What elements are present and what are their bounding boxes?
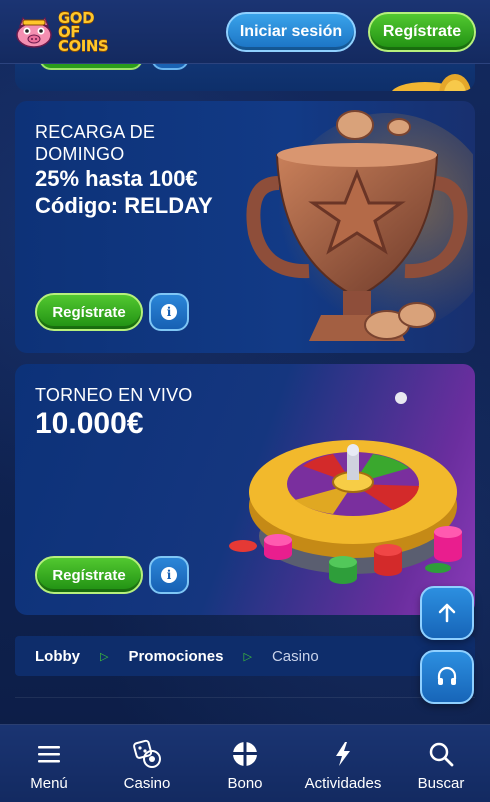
breadcrumb: Lobby ▷ Promociones ▷ Casino [15,636,475,676]
trophy-image [246,110,473,341]
header-register-button[interactable]: Regístrate [368,11,476,52]
breadcrumb-lobby[interactable]: Lobby [35,648,80,665]
breadcrumb-separator-icon: ▷ [243,650,252,663]
logo-text-line1: GOD OF [58,8,95,41]
promo-card-live-tournament: TORNEO EN VIVO 10.000€ Regístrate i [15,364,475,615]
nav-label-casino: Casino [123,775,171,792]
nav-item-search[interactable]: Buscar [396,739,486,792]
nav-label-search: Buscar [417,775,465,792]
nav-label-activities: Actividades [304,775,382,792]
promo-info-button[interactable]: i [149,293,189,331]
roulette-image [229,392,462,584]
gold-coins-image [392,74,471,91]
dice-icon [133,739,161,768]
pig-logo-icon [16,16,52,48]
nav-item-menu[interactable]: Menú [4,739,94,792]
nav-label-bonus: Bono [227,775,263,792]
support-chat-button[interactable] [420,650,474,704]
promo-info-button[interactable]: i [149,556,189,594]
nav-label-menu: Menú [30,775,68,792]
promo-highlight: 25% hasta 100€ [35,166,198,191]
breadcrumb-separator-icon: ▷ [100,650,109,663]
logo-wordmark: GOD OF COINS [58,8,109,55]
nav-item-bonus[interactable]: Bono [200,739,290,792]
promo-title-line1: RECARGA DE [35,122,156,142]
login-button[interactable]: Iniciar sesión [226,11,356,52]
arrow-up-icon [438,603,456,623]
promo-highlight: 10.000€ [35,407,144,440]
bottom-navigation: Menú Casino Bono Actividades Buscar [0,724,490,802]
breadcrumb-promotions[interactable]: Promociones [128,648,223,665]
breadcrumb-casino: Casino [271,647,319,665]
promo-register-button[interactable]: Regístrate [35,556,143,594]
nav-item-casino[interactable]: Casino [102,739,192,792]
gift-icon [233,742,257,766]
promo-register-button[interactable]: Regístrate [35,293,143,331]
info-icon: i [161,567,177,583]
scroll-to-top-button[interactable] [420,586,474,640]
info-icon: i [161,304,177,320]
lightning-icon [336,742,350,766]
logo-text-line2: COINS [58,36,109,55]
section-divider [15,697,475,698]
promo-title: TORNEO EN VIVO [35,385,193,405]
hamburger-icon [38,746,60,763]
headset-icon [437,666,457,685]
site-logo[interactable]: GOD OF COINS [14,8,109,55]
search-icon [429,742,454,767]
promo-title-line2: DOMINGO [35,144,125,164]
promo-card-sunday-reload: RECARGA DE DOMINGO 25% hasta 100€ Código… [15,101,475,353]
promo-code: Código: RELDAY [35,193,213,218]
top-header: GOD OF COINS Iniciar sesión Regístrate [0,0,490,64]
nav-item-activities[interactable]: Actividades [298,739,388,792]
